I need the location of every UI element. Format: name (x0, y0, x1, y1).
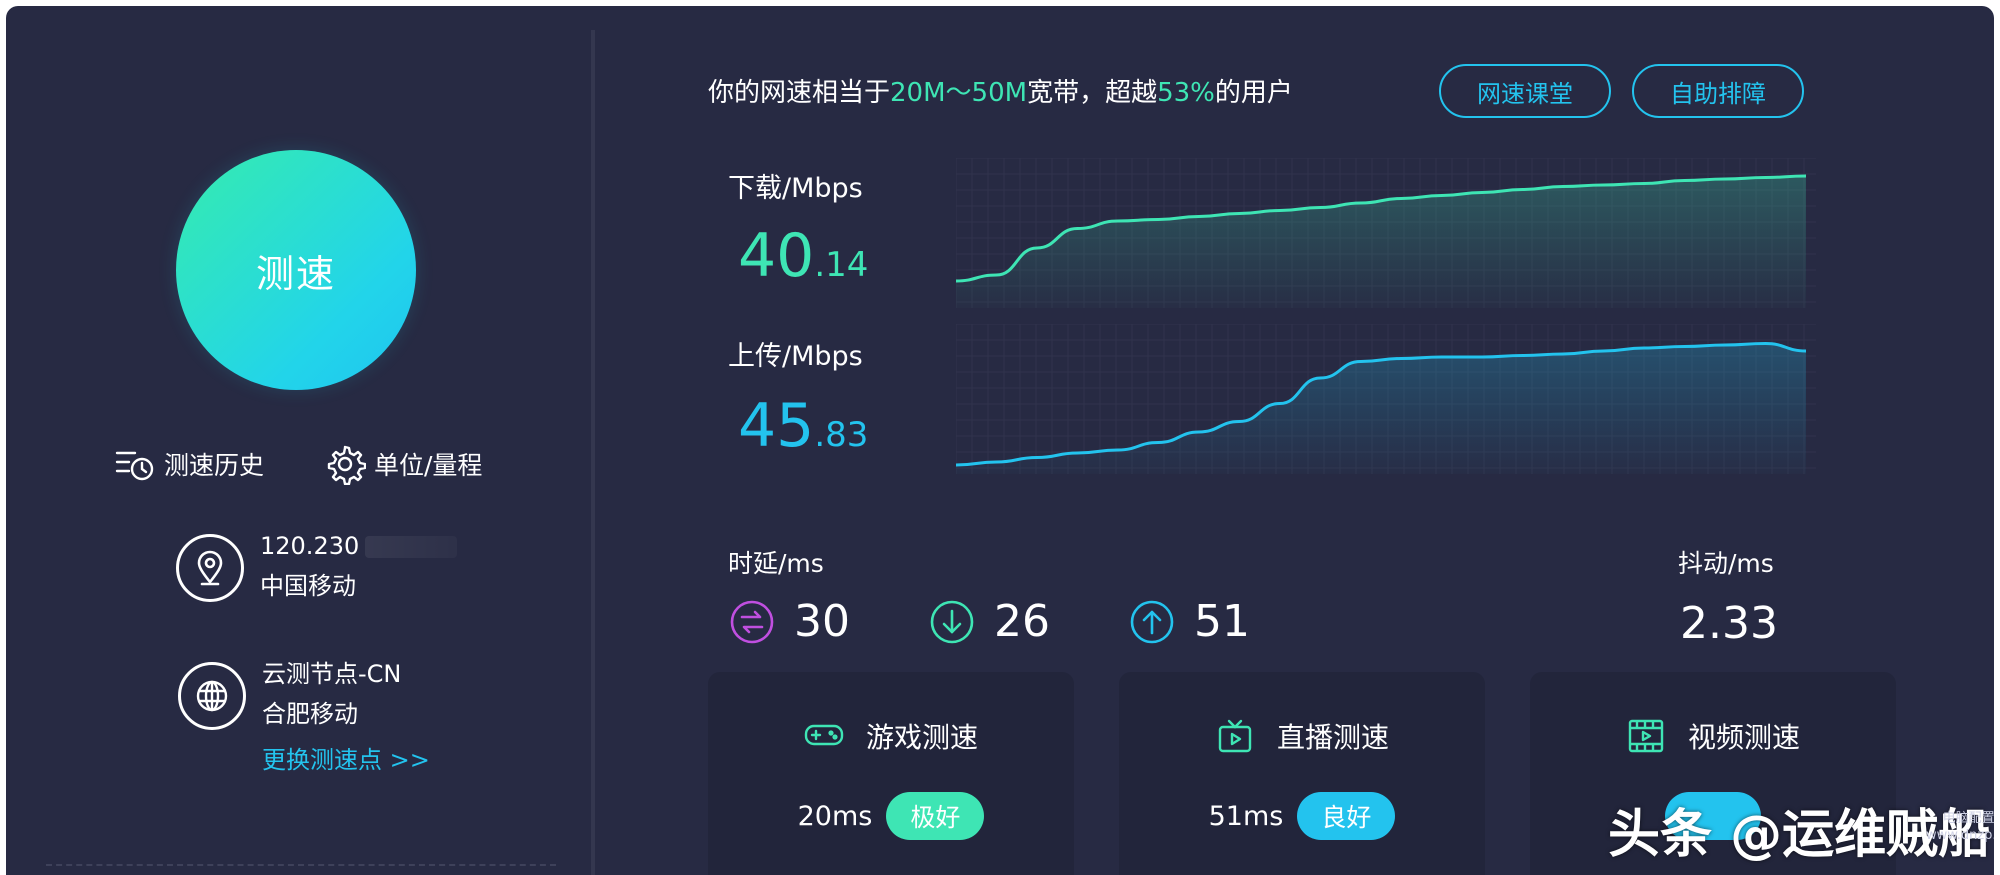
upload-speed-value: 45.83 (738, 396, 868, 456)
summary-bandwidth: 20M～50M (890, 78, 1028, 108)
speedtest-history-link[interactable]: 测速历史 (114, 443, 264, 485)
change-node-link[interactable]: 更换测速点 >> (262, 740, 430, 775)
latency-upload-value: 51 (1194, 596, 1250, 647)
upload-label: 上传/Mbps (728, 341, 863, 372)
speed-summary: 你的网速相当于20M～50M宽带，超越53%的用户 (708, 72, 1293, 109)
speed-classroom-button[interactable]: 网速课堂 (1439, 64, 1611, 118)
live-card-header: 直播测速 (1119, 716, 1485, 756)
unit-link-label: 单位/量程 (374, 451, 483, 480)
latency-label: 时延/ms (728, 549, 824, 578)
isp-name: 中国移动 (260, 572, 356, 600)
game-latency: 20ms (797, 800, 873, 832)
ip-mask (365, 536, 458, 558)
download-int: 40 (738, 221, 815, 291)
tv-icon (1218, 719, 1252, 753)
server-node-info: 云测节点-CN 合肥移动 (262, 654, 401, 734)
live-latency: 51ms (1208, 800, 1284, 832)
speedtest-panel: 测速 测速历史 单位/量程 120.230 中国移动 云测节点-CN 合肥移动 … (6, 6, 1994, 875)
live-speedtest-card[interactable]: 直播测速 51ms 良好 (1119, 672, 1485, 875)
download-dec: .14 (814, 245, 869, 285)
game-card-title: 游戏测速 (865, 721, 978, 754)
summary-middle: 宽带，超越 (1027, 78, 1158, 108)
globe-icon (178, 662, 246, 730)
jitter-value: 2.33 (1680, 598, 1778, 649)
summary-percent: 53% (1157, 78, 1215, 108)
arrow-down-circle-icon (930, 600, 974, 643)
arrow-up-circle-icon (1130, 600, 1174, 643)
latency-download: 26 (928, 596, 1050, 647)
latency-average: 30 (728, 596, 850, 647)
game-card-header: 游戏测速 (708, 716, 1074, 756)
latency-exchange-icon (730, 600, 774, 643)
latency-average-value: 30 (794, 596, 850, 647)
site-watermark-name: 电脑配置网 (1942, 811, 1994, 826)
game-rating-badge: 极好 (886, 792, 985, 840)
left-dashed-divider (46, 864, 556, 866)
film-icon (1628, 719, 1664, 753)
self-help-button[interactable]: 自助排障 (1632, 64, 1804, 118)
history-list-icon (115, 451, 154, 481)
live-card-title: 直播测速 (1276, 721, 1389, 754)
summary-suffix: 的用户 (1214, 78, 1293, 108)
network-info: 120.230 中国移动 (260, 526, 458, 606)
start-speedtest-button[interactable]: 测速 (176, 150, 416, 390)
game-card-result: 20ms 极好 (708, 792, 1074, 840)
gear-icon (327, 445, 366, 485)
live-rating-badge: 良好 (1297, 792, 1396, 840)
upload-int: 45 (738, 391, 815, 461)
upload-trend-chart (956, 324, 1816, 474)
node-isp: 合肥移动 (262, 700, 358, 728)
download-trend-chart (956, 158, 1816, 308)
live-card-result: 51ms 良好 (1119, 792, 1485, 840)
video-card-title: 视频测速 (1687, 721, 1800, 754)
node-name: 云测节点-CN (262, 660, 402, 688)
summary-prefix: 你的网速相当于 (708, 78, 891, 108)
latency-upload: 51 (1128, 596, 1250, 647)
latency-download-value: 26 (994, 596, 1050, 647)
jitter-label: 抖动/ms (1678, 549, 1774, 578)
site-watermark: 电脑配置网 www.dnzp.com (1926, 810, 1994, 844)
column-divider (591, 30, 595, 875)
site-watermark-domain: www.dnzp.com (1926, 828, 1994, 843)
gamepad-icon (804, 724, 844, 746)
unit-range-link[interactable]: 单位/量程 (324, 443, 482, 485)
download-label: 下载/Mbps (728, 173, 863, 204)
history-link-label: 测速历史 (164, 451, 265, 480)
upload-dec: .83 (814, 415, 869, 455)
video-card-header: 视频测速 (1530, 716, 1896, 756)
download-speed-value: 40.14 (738, 226, 868, 286)
ip-address: 120.230 (260, 532, 360, 560)
location-pin-icon (176, 534, 244, 602)
game-speedtest-card[interactable]: 游戏测速 20ms 极好 (708, 672, 1074, 875)
start-speedtest-label: 测速 (255, 251, 336, 296)
